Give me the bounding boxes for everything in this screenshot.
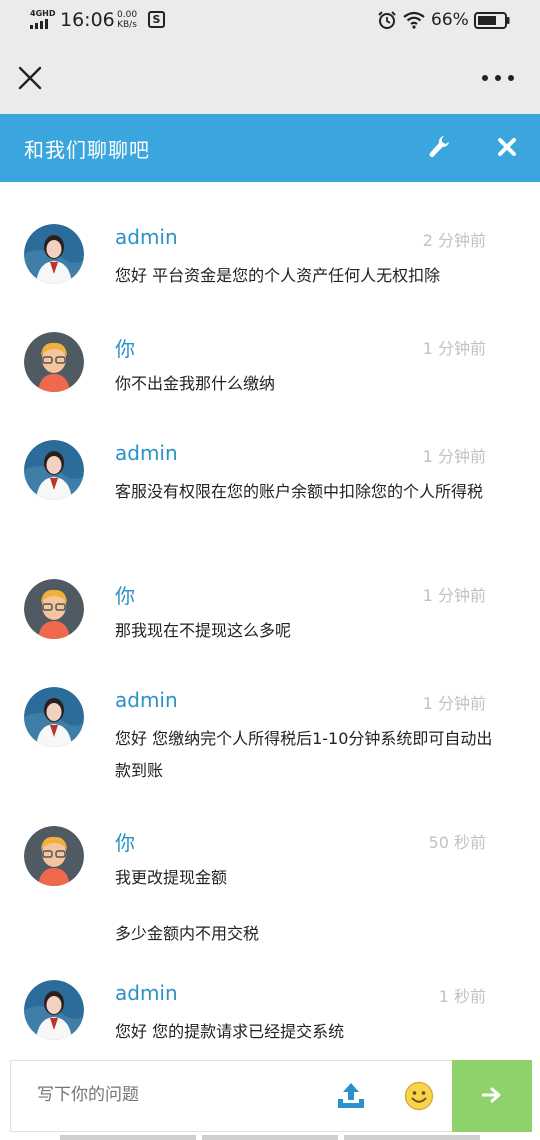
message-time: 1 分钟前 bbox=[422, 694, 486, 713]
chat-title: 和我们聊聊吧 bbox=[24, 138, 150, 162]
chat-header: 和我们聊聊吧 bbox=[0, 114, 540, 182]
message-line: 您好 您的提款请求已经提交系统 bbox=[115, 1022, 345, 1041]
more-icon[interactable] bbox=[480, 68, 516, 88]
network-speed-value: 0.00 bbox=[117, 10, 138, 20]
admin-avatar bbox=[24, 224, 84, 284]
question-input[interactable] bbox=[37, 1085, 317, 1105]
admin-avatar bbox=[24, 687, 84, 747]
alarm-icon bbox=[378, 11, 396, 29]
message-text: 那我现在不提现这么多呢 bbox=[115, 615, 495, 647]
notification-icon: S bbox=[148, 11, 165, 28]
message-line: 客服没有权限在您的账户余额中扣除您的个人所得税 bbox=[115, 482, 484, 501]
message-text: 你不出金我那什么缴纳 bbox=[115, 368, 495, 400]
upload-icon[interactable] bbox=[337, 1081, 365, 1111]
message-list: admin 2 分钟前 您好 平台资金是您的个人资产任何人无权扣除 你 1 分钟… bbox=[0, 182, 540, 1060]
system-nav-bar bbox=[60, 1135, 480, 1140]
sender-name: admin bbox=[115, 441, 178, 465]
message-line: 您好 平台资金是您的个人资产任何人无权扣除 bbox=[115, 266, 441, 285]
header-close-icon[interactable] bbox=[497, 137, 517, 157]
battery-percent: 66% bbox=[431, 10, 469, 30]
clock: 16:06 bbox=[60, 9, 115, 31]
user-avatar bbox=[24, 332, 84, 392]
message-time: 1 分钟前 bbox=[422, 339, 486, 358]
message-line: 那我现在不提现这么多呢 bbox=[115, 621, 292, 640]
message-time: 1 分钟前 bbox=[422, 586, 486, 605]
network-speed-unit: KB/s bbox=[117, 20, 137, 30]
network-type: 4GHD bbox=[30, 9, 56, 18]
admin-avatar bbox=[24, 980, 84, 1040]
sender-name: 你 bbox=[115, 337, 135, 361]
admin-avatar bbox=[24, 440, 84, 500]
arrow-right-icon bbox=[482, 1087, 501, 1103]
sender-name: admin bbox=[115, 688, 178, 712]
smile-icon[interactable] bbox=[404, 1081, 434, 1111]
message-time: 2 分钟前 bbox=[422, 231, 486, 250]
wrench-icon[interactable] bbox=[427, 134, 451, 160]
browser-bar bbox=[0, 42, 540, 114]
message-line: 您好 您缴纳完个人所得税后1-10分钟系统即可自动出款到账 bbox=[115, 729, 493, 780]
user-avatar bbox=[24, 579, 84, 639]
composer bbox=[10, 1060, 532, 1132]
message-text: 您好 您的提款请求已经提交系统 bbox=[115, 1016, 495, 1048]
sender-name: admin bbox=[115, 981, 178, 1005]
user-avatar bbox=[24, 826, 84, 886]
send-button[interactable] bbox=[452, 1060, 532, 1132]
message-line: 多少金额内不用交税 bbox=[115, 924, 260, 943]
sender-name: 你 bbox=[115, 584, 135, 608]
message-time: 1 分钟前 bbox=[422, 447, 486, 466]
message-text: 客服没有权限在您的账户余额中扣除您的个人所得税 bbox=[115, 476, 495, 508]
message-line: 你不出金我那什么缴纳 bbox=[115, 374, 276, 393]
signal-icon: 4GHD bbox=[28, 9, 56, 31]
sender-name: admin bbox=[115, 225, 178, 249]
sender-name: 你 bbox=[115, 831, 135, 855]
message-text: 我更改提现金额 多少金额内不用交税 bbox=[115, 862, 495, 950]
close-icon[interactable] bbox=[16, 64, 44, 92]
message-time: 50 秒前 bbox=[428, 833, 486, 852]
message-time: 1 秒前 bbox=[438, 987, 486, 1006]
message-text: 您好 平台资金是您的个人资产任何人无权扣除 bbox=[115, 260, 495, 292]
network-speed: 0.00 KB/s bbox=[117, 10, 137, 30]
status-bar: 4GHD 16:06 0.00 KB/s S 66% bbox=[0, 0, 540, 42]
wifi-icon bbox=[403, 11, 425, 29]
battery-icon bbox=[474, 12, 510, 29]
message-text: 您好 您缴纳完个人所得税后1-10分钟系统即可自动出款到账 bbox=[115, 723, 495, 787]
message-line: 我更改提现金额 bbox=[115, 868, 228, 887]
